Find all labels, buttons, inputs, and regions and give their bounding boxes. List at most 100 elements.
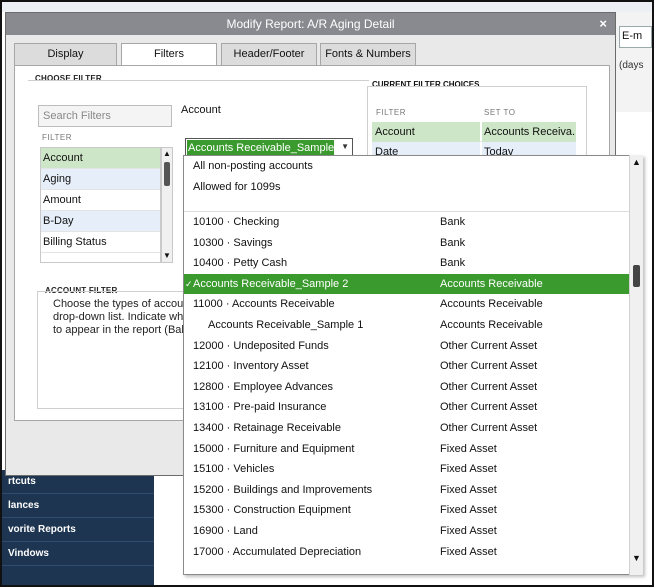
dropdown-separator [184, 198, 642, 212]
filter-header: FILTER [376, 108, 406, 117]
scroll-down-icon[interactable]: ▼ [632, 553, 641, 563]
account-option[interactable]: 11000 · Accounts Receivable Accounts Rece… [184, 294, 642, 315]
account-dropdown-list: All non-posting accounts Allowed for 109… [183, 155, 643, 575]
account-options: 10100 · Checking Bank 10300 · Savings Bank 1… [184, 212, 642, 562]
account-option-type: Fixed Asset [440, 463, 497, 476]
account-option-name: 10300 · Savings [193, 236, 273, 249]
sidebar-item-balances[interactable]: lances [2, 494, 154, 518]
dropdown-scrollbar[interactable]: ▲ ▼ [629, 155, 643, 575]
account-option[interactable]: 12800 · Employee Advances Other Current A… [184, 377, 642, 398]
days-label: (days [619, 60, 644, 71]
account-option[interactable]: ✓ Accounts Receivable_Sample 2 Accounts Re… [184, 273, 642, 295]
current-filter-value: Accounts Receiva... [482, 122, 576, 142]
dropdown-option-non-posting[interactable]: All non-posting accounts [184, 156, 642, 177]
account-option[interactable]: 15200 · Buildings and Improvements Fixed … [184, 480, 642, 501]
check-icon: ✓ [185, 278, 193, 289]
sidebar-item-favorite-reports[interactable]: vorite Reports [2, 518, 154, 542]
account-option-name: 16900 · Land [193, 524, 258, 537]
tab-fonts-numbers[interactable]: Fonts & Numbers [320, 43, 416, 65]
account-option-type: Accounts Receivable [440, 318, 543, 331]
account-option-type: Other Current Asset [440, 421, 538, 434]
account-select-value: Accounts Receivable_Sample 2 [187, 140, 334, 156]
account-option-type: Bank [440, 257, 466, 270]
sidebar-item-windows[interactable]: Vindows [2, 542, 154, 566]
account-option-type: Bank [440, 216, 466, 228]
account-option[interactable]: 10100 · Checking Bank [184, 212, 642, 233]
account-option-type: Other Current Asset [440, 380, 538, 393]
choose-filter-divider [28, 80, 369, 81]
scroll-thumb[interactable] [164, 162, 170, 186]
scroll-up-icon[interactable]: ▲ [162, 148, 172, 160]
account-option-type: Fixed Asset [440, 504, 497, 517]
tab-header-footer[interactable]: Header/Footer [221, 43, 317, 65]
account-option[interactable]: 15300 · Construction Equipment Fixed Asse… [184, 500, 642, 521]
icon-bar-sidebar: rtcuts lances vorite Reports Vindows [2, 470, 154, 585]
account-option-type: Accounts Receivable [440, 298, 543, 311]
scroll-thumb[interactable] [633, 265, 640, 287]
account-option[interactable]: 13100 · Pre-paid Insurance Other Current … [184, 397, 642, 418]
filter-item-amount[interactable]: Amount [41, 190, 160, 211]
email-button[interactable]: E-m [619, 26, 652, 48]
tab-display[interactable]: Display [14, 43, 117, 65]
account-option-type: Fixed Asset [440, 442, 497, 455]
account-option[interactable]: 16900 · Land Fixed Asset [184, 521, 642, 542]
scroll-up-icon[interactable]: ▲ [632, 157, 641, 167]
account-option-type: Other Current Asset [440, 360, 538, 373]
screenshot-frame: E-m (days rtcuts lances vorite Reports V… [0, 0, 654, 587]
current-filter-row[interactable]: Account Accounts Receiva... [372, 122, 576, 142]
account-option-type: Fixed Asset [440, 483, 497, 496]
account-option[interactable]: 15000 · Furniture and Equipment Fixed Ass… [184, 439, 642, 460]
account-option-name: 13100 · Pre-paid Insurance [193, 401, 327, 414]
account-option-name: Accounts Receivable_Sample 1 [208, 318, 364, 331]
account-option-name: 12800 · Employee Advances [193, 380, 334, 393]
search-filters-input[interactable]: Search Filters [38, 105, 172, 127]
account-filter-description: Choose the types of accoun drop-down lis… [53, 298, 190, 336]
account-option[interactable]: 17000 · Accumulated Depreciation Fixed As… [184, 542, 642, 563]
account-option-name: 15200 · Buildings and Improvements [193, 483, 373, 496]
choose-filter-label: CHOOSE FILTER [35, 74, 102, 83]
filter-item-bday[interactable]: B-Day [41, 211, 160, 232]
chevron-down-icon[interactable]: ▼ [341, 142, 349, 151]
account-option-name: 13400 · Retainage Receivable [193, 421, 341, 434]
account-option-name: 10400 · Petty Cash [193, 257, 288, 270]
filter-column-header: FILTER [42, 133, 72, 142]
filter-list: Account Aging Amount B-Day Billing Statu… [40, 147, 161, 263]
account-option-name: 17000 · Accumulated Depreciation [193, 545, 362, 558]
account-option-type: Other Current Asset [440, 401, 538, 414]
account-option[interactable]: 15100 · Vehicles Fixed Asset [184, 459, 642, 480]
scroll-down-icon[interactable]: ▼ [162, 250, 172, 262]
account-option-name: Accounts Receivable_Sample 2 [193, 277, 349, 290]
account-option-type: Other Current Asset [440, 339, 538, 352]
filter-list-scrollbar[interactable]: ▲ ▼ [161, 147, 173, 263]
account-option-name: 15100 · Vehicles [193, 463, 275, 476]
account-option-name: 11000 · Accounts Receivable [193, 298, 335, 311]
account-option[interactable]: Accounts Receivable_Sample 1 Accounts Rec… [184, 315, 642, 336]
dialog-title: Modify Report: A/R Aging Detail [226, 17, 395, 31]
account-option-type: Fixed Asset [440, 545, 497, 558]
current-filter-header: FILTER SET TO [372, 102, 576, 122]
filter-item-billing-status[interactable]: Billing Status [41, 232, 160, 253]
background-menubar [2, 2, 652, 12]
account-option-type: Fixed Asset [440, 524, 497, 537]
current-filter-table: FILTER SET TO Account Accounts Receiva..… [372, 102, 576, 162]
account-option-name: 12100 · Inventory Asset [193, 360, 309, 373]
account-option-name: 12000 · Undeposited Funds [193, 339, 329, 352]
account-field-label: Account [181, 104, 221, 116]
account-option-name: 10100 · Checking [193, 216, 280, 228]
account-option[interactable]: 12100 · Inventory Asset Other Current Ass… [184, 356, 642, 377]
dialog-titlebar: Modify Report: A/R Aging Detail × [6, 13, 615, 35]
account-option-type: Bank [440, 236, 466, 249]
account-option[interactable]: 10400 · Petty Cash Bank [184, 253, 642, 274]
filter-item-account[interactable]: Account [41, 148, 160, 169]
account-option-type: Accounts Receivable [440, 277, 543, 290]
current-filter-name: Account [372, 122, 480, 142]
filter-item-aging[interactable]: Aging [41, 169, 160, 190]
account-option[interactable]: 13400 · Retainage Receivable Other Curren… [184, 418, 642, 439]
account-option-name: 15000 · Furniture and Equipment [193, 442, 355, 455]
set-to-header: SET TO [484, 108, 516, 117]
account-option[interactable]: 10300 · Savings Bank [184, 233, 642, 254]
account-option[interactable]: 12000 · Undeposited Funds Other Current A… [184, 336, 642, 357]
tab-filters[interactable]: Filters [121, 43, 217, 67]
close-icon[interactable]: × [599, 13, 607, 35]
dropdown-option-1099[interactable]: Allowed for 1099s [184, 177, 642, 198]
